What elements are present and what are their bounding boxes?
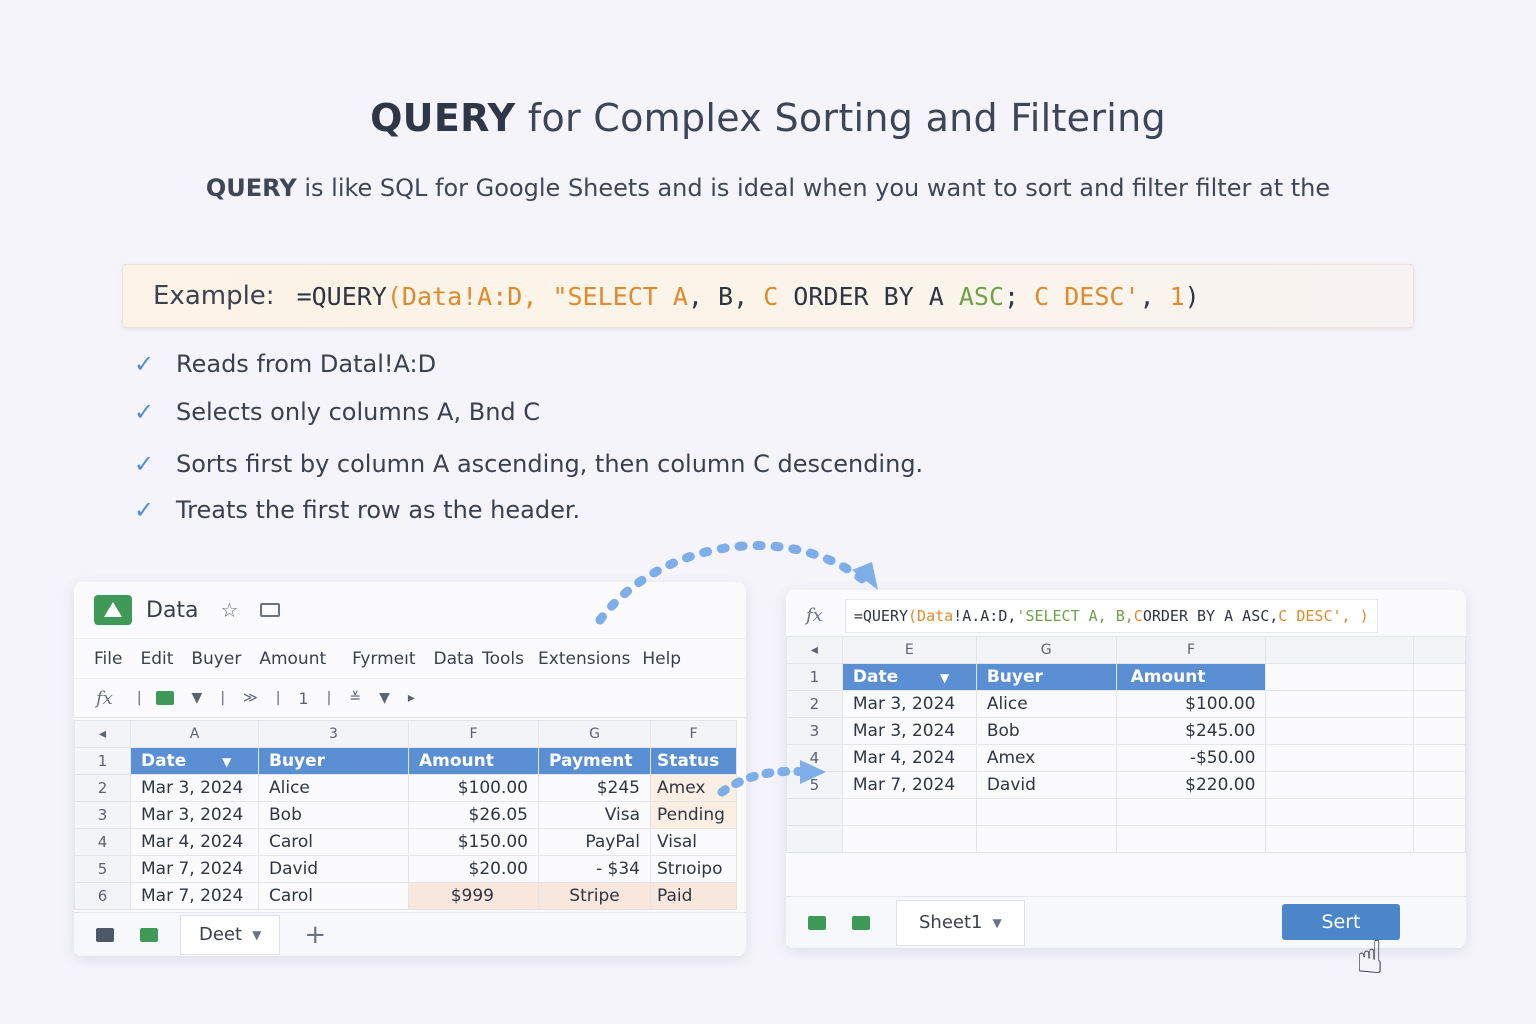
arrow-head-icon [800,760,826,784]
short-arrow-icon [717,766,811,797]
flow-arrows [595,541,878,797]
curved-arrow-icon [595,541,871,625]
